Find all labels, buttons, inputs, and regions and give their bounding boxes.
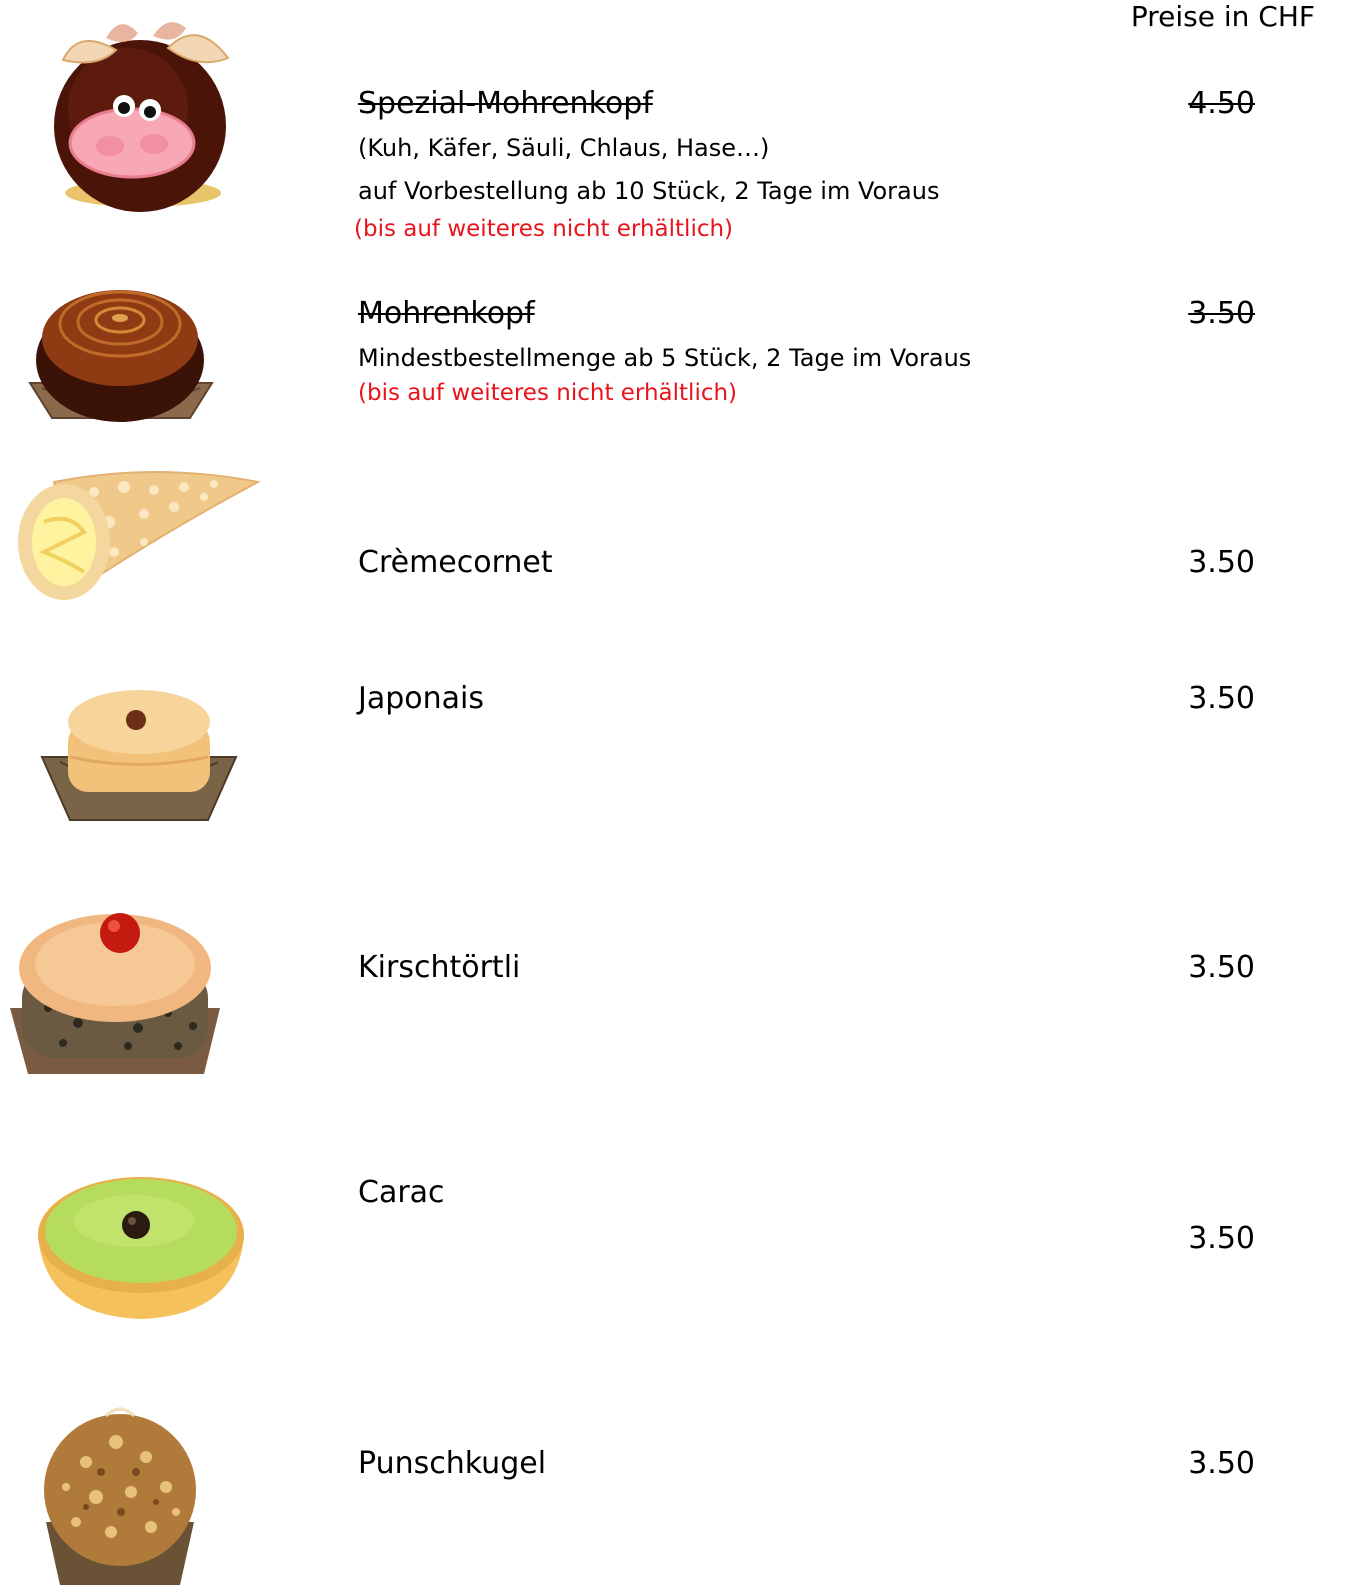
- item-name: Spezial-Mohrenkopf: [358, 86, 653, 121]
- item-price: 3.50: [1188, 681, 1255, 716]
- item-price: 3.50: [1188, 545, 1255, 580]
- item-name: Carac: [358, 1175, 445, 1210]
- item-detail: auf Vorbestellung ab 10 Stück, 2 Tage im…: [358, 177, 940, 205]
- carac-tart-icon: [34, 1175, 248, 1321]
- item-price: 3.50: [1188, 1221, 1255, 1256]
- currency-header: Preise in CHF: [1130, 0, 1315, 33]
- item-detail: (Kuh, Käfer, Säuli, Chlaus, Hase…): [358, 134, 770, 162]
- item-name: Kirschtörtli: [358, 950, 521, 985]
- item-name: Crèmecornet: [358, 545, 553, 580]
- item-name: Japonais: [358, 681, 484, 716]
- item-name: Punschkugel: [358, 1446, 547, 1481]
- item-detail: Mindestbestellmenge ab 5 Stück, 2 Tage i…: [358, 344, 972, 372]
- item-price: 3.50: [1188, 296, 1255, 331]
- unavailable-note: (bis auf weiteres nicht erhältlich): [358, 380, 738, 406]
- cow-marshmallow-cake-icon: [28, 8, 258, 213]
- item-price: 3.50: [1188, 950, 1255, 985]
- punch-ball-icon: [36, 1402, 204, 1587]
- item-price: 3.50: [1188, 1446, 1255, 1481]
- cherry-tart-icon: [8, 898, 222, 1076]
- cream-cornet-icon: [14, 452, 260, 608]
- japonais-cake-icon: [40, 682, 238, 824]
- item-price: 4.50: [1188, 86, 1255, 121]
- unavailable-note: (bis auf weiteres nicht erhältlich): [354, 216, 734, 242]
- chocolate-dome-cake-icon: [22, 268, 218, 423]
- item-name: Mohrenkopf: [358, 296, 535, 331]
